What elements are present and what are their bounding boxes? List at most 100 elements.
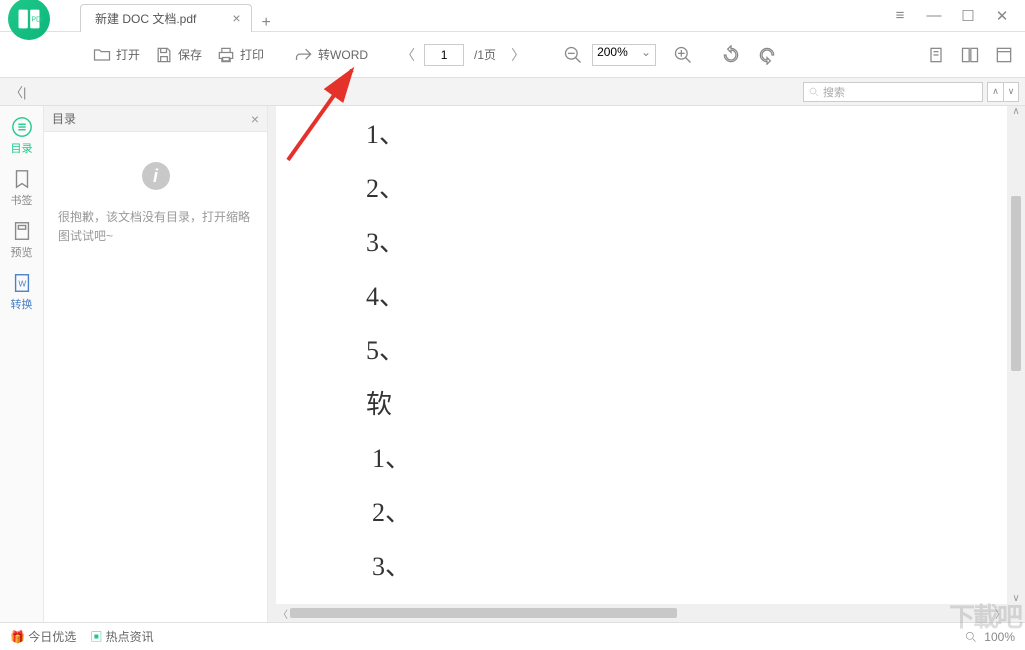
scroll-thumb[interactable]: [1011, 196, 1021, 371]
status-bar: 🎁 今日优选 ▣ 热点资讯 100%: [0, 622, 1025, 650]
search-next-icon[interactable]: ∨: [1003, 82, 1019, 102]
doc-line: 3、: [372, 546, 411, 583]
page-number-input[interactable]: [424, 44, 464, 66]
print-button[interactable]: 打印: [210, 41, 270, 69]
panel-header: 目录 ×: [44, 106, 267, 132]
toolbar: 打开 保存 打印 转WORD 〈 /1页 〉 200% ⌄: [0, 32, 1025, 78]
scroll-left-icon[interactable]: 〈: [276, 606, 290, 621]
thumbnail-icon: [11, 220, 33, 242]
left-sidebar: 目录 书签 预览 W 转换: [0, 106, 44, 622]
rotate-left-button[interactable]: [718, 42, 744, 68]
search-placeholder: 搜索: [823, 84, 845, 100]
chevron-down-icon: ⌄: [641, 45, 651, 59]
doc-line: 3、: [366, 222, 405, 259]
document-tab[interactable]: 新建 DOC 文档.pdf ×: [80, 4, 252, 32]
word-icon: W: [11, 272, 33, 294]
hot-news[interactable]: ▣ 热点资讯: [90, 628, 153, 645]
collapse-panel-icon[interactable]: 〈|: [10, 82, 32, 101]
doc-line: 5、: [366, 330, 405, 367]
doc-line: 4、: [366, 276, 405, 313]
titlebar: PDF 新建 DOC 文档.pdf × + ≡ — ☐ ✕: [0, 0, 1025, 32]
close-window-icon[interactable]: ✕: [991, 7, 1013, 25]
today-picks[interactable]: 🎁 今日优选: [10, 628, 76, 645]
panel-message: 很抱歉，该文档没有目录，打开缩略图试试吧~: [58, 208, 253, 246]
open-label: 打开: [116, 46, 140, 63]
fullscreen-icon: [994, 45, 1014, 65]
scroll-up-icon[interactable]: ∧: [1010, 106, 1022, 117]
toc-panel: 目录 × i 很抱歉，该文档没有目录，打开缩略图试试吧~: [44, 106, 268, 622]
sidebar-item-preview[interactable]: 预览: [2, 220, 42, 260]
prev-page-icon[interactable]: 〈: [396, 45, 420, 65]
rotate-left-icon: [721, 45, 741, 65]
svg-text:PDF: PDF: [31, 16, 43, 23]
document-viewport: 1、 2、 3、 4、 5、 软 1、 2、 3、 4、 ∧ ∨ 〈 〉: [268, 106, 1025, 622]
sidebar-label: 目录: [11, 140, 33, 156]
scroll-down-icon[interactable]: ∨: [1010, 593, 1022, 604]
news-icon: ▣: [90, 630, 102, 644]
two-page-icon: [960, 45, 980, 65]
zoom-status: 100%: [984, 630, 1015, 644]
search-nav: ∧ ∨: [987, 82, 1019, 102]
sidebar-item-convert[interactable]: W 转换: [2, 272, 42, 312]
zoom-in-button[interactable]: [670, 42, 696, 68]
scroll-thumb[interactable]: [290, 608, 677, 618]
print-icon: [216, 45, 236, 65]
single-page-icon: [926, 45, 946, 65]
new-tab-button[interactable]: +: [262, 14, 271, 32]
tab-title: 新建 DOC 文档.pdf: [95, 10, 196, 27]
save-button[interactable]: 保存: [148, 41, 208, 69]
menu-icon[interactable]: ≡: [889, 7, 911, 25]
rotate-right-icon: [757, 45, 777, 65]
list-icon: [11, 116, 33, 138]
zoom-status-icon: [964, 630, 978, 644]
next-page-icon[interactable]: 〉: [506, 45, 530, 65]
zoom-select[interactable]: 200% ⌄: [592, 44, 656, 66]
vertical-scrollbar[interactable]: ∧ ∨: [1010, 106, 1022, 604]
info-icon: i: [142, 162, 170, 190]
page-count: /1页: [468, 46, 502, 63]
app-logo: PDF: [8, 0, 50, 40]
doc-line: 1、: [366, 114, 405, 151]
convert-word-button[interactable]: 转WORD: [288, 41, 374, 69]
minimize-icon[interactable]: —: [923, 7, 945, 25]
single-page-button[interactable]: [923, 42, 949, 68]
maximize-icon[interactable]: ☐: [957, 7, 979, 25]
sidebar-item-toc[interactable]: 目录: [2, 116, 42, 156]
doc-line: 2、: [372, 492, 411, 529]
secondary-bar: 〈| 搜索 ∧ ∨: [0, 78, 1025, 106]
zoom-out-button[interactable]: [560, 42, 586, 68]
save-label: 保存: [178, 46, 202, 63]
sidebar-label: 预览: [11, 244, 33, 260]
zoom-value: 200%: [597, 45, 628, 59]
export-icon: [294, 45, 314, 65]
open-button[interactable]: 打开: [86, 41, 146, 69]
zoom-controls: 200% ⌄: [552, 42, 696, 68]
bookmark-icon: [11, 168, 33, 190]
doc-line: 2、: [366, 168, 405, 205]
rotate-right-button[interactable]: [754, 42, 780, 68]
scroll-right-icon[interactable]: 〉: [993, 606, 1007, 621]
sidebar-label: 转换: [11, 296, 33, 312]
sidebar-item-bookmark[interactable]: 书签: [2, 168, 42, 208]
save-icon: [154, 45, 174, 65]
close-icon[interactable]: ×: [232, 10, 240, 26]
panel-close-icon[interactable]: ×: [251, 111, 259, 127]
horizontal-scrollbar[interactable]: 〈 〉: [276, 607, 1007, 619]
document-page: 1、 2、 3、 4、 5、 软 1、 2、 3、 4、: [276, 106, 1007, 604]
gift-icon: 🎁: [10, 630, 25, 644]
convert-label: 转WORD: [318, 46, 368, 63]
main-area: 目录 书签 预览 W 转换 目录 × i 很抱歉，该文档没有目录，打开缩略图试试…: [0, 106, 1025, 622]
zoom-in-icon: [673, 45, 693, 65]
two-page-button[interactable]: [957, 42, 983, 68]
fullscreen-button[interactable]: [991, 42, 1017, 68]
page-nav: 〈 /1页 〉: [396, 44, 530, 66]
sidebar-label: 书签: [11, 192, 33, 208]
tab-strip: 新建 DOC 文档.pdf × +: [58, 0, 889, 32]
panel-title: 目录: [52, 110, 76, 127]
search-prev-icon[interactable]: ∧: [987, 82, 1003, 102]
svg-text:W: W: [18, 280, 26, 289]
panel-body: i 很抱歉，该文档没有目录，打开缩略图试试吧~: [44, 132, 267, 276]
search-icon: [808, 86, 820, 98]
doc-line: 1、: [372, 438, 411, 475]
search-input[interactable]: 搜索: [803, 82, 983, 102]
